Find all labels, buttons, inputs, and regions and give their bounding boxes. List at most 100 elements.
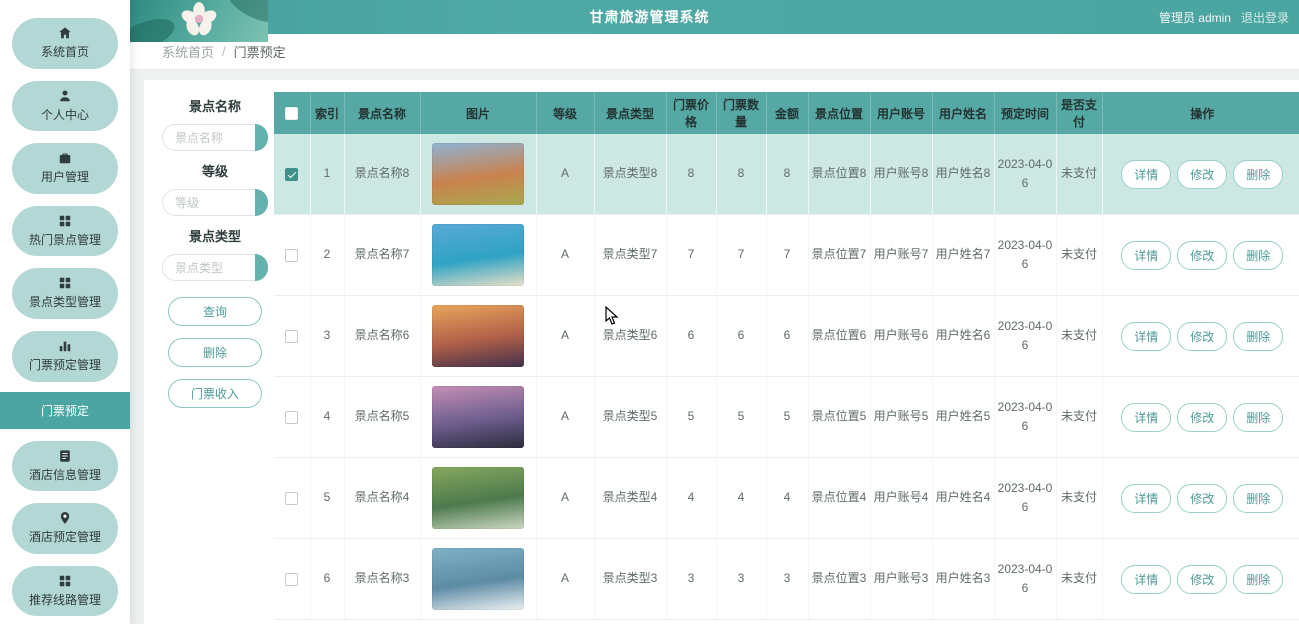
cell-actions: 详情 修改 删除 xyxy=(1102,134,1299,215)
edit-button[interactable]: 修改 xyxy=(1177,564,1228,594)
sidebar-item-scenic-type-mgmt[interactable]: 景点类型管理 xyxy=(12,268,118,319)
row-checkbox[interactable] xyxy=(285,572,299,586)
detail-button[interactable]: 详情 xyxy=(1121,402,1172,432)
cell-photo xyxy=(420,376,537,458)
cell-amount: 5 xyxy=(766,376,809,458)
sidebar-item-profile[interactable]: 个人中心 xyxy=(12,80,118,132)
ticket-table: 索引 景点名称 图片 等级 景点类型 门票价格 门票数量 金额 景点位置 用户账号 用户姓名 预定时间… xyxy=(274,92,1299,620)
cell-photo xyxy=(420,134,537,215)
detail-button[interactable]: 详情 xyxy=(1121,240,1172,270)
delete-button[interactable]: 删除 xyxy=(1233,321,1284,351)
table-row[interactable]: 3 景点名称6 A 景点类型6 6 6 6 景点位置6 用户账号6 用户姓名6 2023-04-06… xyxy=(274,295,1299,377)
edit-button[interactable]: 修改 xyxy=(1177,483,1228,513)
scenic-name-input[interactable] xyxy=(162,124,268,151)
cell-name: 景点名称7 xyxy=(344,214,421,296)
table-row[interactable]: 4 景点名称5 A 景点类型5 5 5 5 景点位置5 用户账号5 用户姓名5 2023-04-06… xyxy=(274,376,1299,458)
cell-level: A xyxy=(536,214,595,296)
row-checkbox[interactable] xyxy=(285,167,299,181)
delete-button[interactable]: 删除 xyxy=(1233,240,1284,270)
select-all-checkbox[interactable] xyxy=(285,107,299,121)
sidebar-item-label: 个人中心 xyxy=(40,107,89,122)
column-header: 等级 xyxy=(536,92,595,134)
delete-button[interactable]: 删除 xyxy=(1233,564,1284,594)
cell-time: 2023-04-06 xyxy=(994,457,1057,539)
row-checkbox[interactable] xyxy=(285,248,299,262)
delete-button[interactable]: 删除 xyxy=(1233,159,1284,189)
leaf-decoration xyxy=(130,12,179,42)
cell-paid: 未支付 xyxy=(1056,457,1103,539)
grid-icon xyxy=(58,574,72,589)
table-header-row: 索引 景点名称 图片 等级 景点类型 门票价格 门票数量 金额 景点位置 用户账号 用户姓名 预定时间… xyxy=(274,92,1299,134)
row-checkbox[interactable] xyxy=(285,329,299,343)
cell-price: 6 xyxy=(666,295,717,377)
scenic-photo-dusk-lake xyxy=(432,386,524,448)
scenic-type-input[interactable] xyxy=(162,254,268,281)
table-row[interactable]: 2 景点名称7 A 景点类型7 7 7 7 景点位置7 用户账号7 用户姓名7 2023-04-06… xyxy=(274,214,1299,296)
ticket-income-button[interactable]: 门票收入 xyxy=(168,379,262,408)
delete-button[interactable]: 删除 xyxy=(1233,483,1284,513)
row-checkbox[interactable] xyxy=(285,491,299,505)
leaf-decoration xyxy=(223,0,268,30)
detail-button[interactable]: 详情 xyxy=(1121,321,1172,351)
sidebar-item-route-recommend-mgmt[interactable]: 推荐线路管理 xyxy=(12,565,118,617)
cell-account: 用户账号7 xyxy=(870,214,933,296)
sidebar-item-label: 系统首页 xyxy=(40,45,89,59)
cell-price: 5 xyxy=(666,376,717,458)
table-row[interactable]: 6 景点名称3 A 景点类型3 3 3 3 景点位置3 用户账号3 用户姓名3 2023-04-06… xyxy=(274,538,1299,620)
edit-button[interactable]: 修改 xyxy=(1177,402,1228,432)
sidebar-subitem-ticket-booking[interactable]: 门票预定 xyxy=(0,391,130,429)
table-wrap: 索引 景点名称 图片 等级 景点类型 门票价格 门票数量 金额 景点位置 用户账号 用户姓名 预定时间… xyxy=(274,92,1299,620)
cell-level: A xyxy=(536,376,595,458)
cell-time: 2023-04-06 xyxy=(994,538,1057,620)
cell-username: 用户姓名8 xyxy=(932,134,995,215)
edit-button[interactable]: 修改 xyxy=(1177,240,1228,270)
sidebar-item-home[interactable]: 系统首页 xyxy=(12,18,118,69)
user-icon xyxy=(58,89,72,104)
row-checkbox[interactable] xyxy=(285,410,299,424)
delete-button[interactable]: 删除 xyxy=(1233,402,1284,432)
cell-photo xyxy=(420,457,537,539)
sidebar-item-hotel-booking-mgmt[interactable]: 酒店预定管理 xyxy=(12,503,118,554)
cell-username: 用户姓名3 xyxy=(932,538,995,620)
column-header: 景点名称 xyxy=(344,92,421,134)
cell-username: 用户姓名7 xyxy=(932,214,995,296)
detail-button[interactable]: 详情 xyxy=(1121,564,1172,594)
sidebar-item-hot-scenic-mgmt[interactable]: 热门景点管理 xyxy=(12,205,118,257)
query-button[interactable]: 查询 xyxy=(168,297,262,326)
edit-button[interactable]: 修改 xyxy=(1177,321,1228,351)
detail-button[interactable]: 详情 xyxy=(1121,483,1172,513)
sidebar-item-hotel-info-mgmt[interactable]: 酒店信息管理 xyxy=(12,440,118,492)
breadcrumb-home[interactable]: 系统首页 xyxy=(162,42,214,61)
column-header: 门票数量 xyxy=(716,92,767,134)
flower-banner-decoration xyxy=(130,0,268,42)
cell-paid: 未支付 xyxy=(1056,134,1103,215)
column-header: 景点位置 xyxy=(808,92,871,134)
edit-button[interactable]: 修改 xyxy=(1177,159,1228,189)
cell-type: 景点类型4 xyxy=(594,457,667,539)
sidebar-item-label: 热门景点管理 xyxy=(28,232,101,247)
cell-name: 景点名称8 xyxy=(344,134,421,215)
column-header: 预定时间 xyxy=(994,92,1057,134)
level-input[interactable] xyxy=(162,189,268,216)
table-row[interactable]: 1 景点名称8 A 景点类型8 8 8 8 景点位置8 用户账号8 用户姓名8 2023-04-06… xyxy=(274,134,1299,215)
cell-photo xyxy=(420,295,537,377)
column-header: 索引 xyxy=(310,92,345,134)
cell-actions: 详情 修改 删除 xyxy=(1102,214,1299,296)
table-row[interactable]: 5 景点名称4 A 景点类型4 4 4 4 景点位置4 用户账号4 用户姓名4 2023-04-06… xyxy=(274,457,1299,539)
sidebar-item-ticket-booking-mgmt[interactable]: 门票预定管理 xyxy=(12,330,118,382)
sidebar-item-user-mgmt[interactable]: 用户管理 xyxy=(12,143,118,194)
detail-button[interactable]: 详情 xyxy=(1121,159,1172,189)
cell-price: 8 xyxy=(666,134,717,215)
breadcrumb-current: 门票预定 xyxy=(233,45,286,60)
cell-account: 用户账号8 xyxy=(870,134,933,215)
cell-amount: 3 xyxy=(766,538,809,620)
chart-icon xyxy=(58,339,72,354)
doc-icon xyxy=(58,449,72,464)
delete-button[interactable]: 删除 xyxy=(168,338,262,367)
breadcrumb-separator: / xyxy=(222,44,226,59)
column-header: 是否支付 xyxy=(1056,92,1103,134)
cell-paid: 未支付 xyxy=(1056,214,1103,296)
cell-paid: 未支付 xyxy=(1056,376,1103,458)
logout-link[interactable]: 退出登录 xyxy=(1241,9,1289,26)
cell-account: 用户账号6 xyxy=(870,295,933,377)
